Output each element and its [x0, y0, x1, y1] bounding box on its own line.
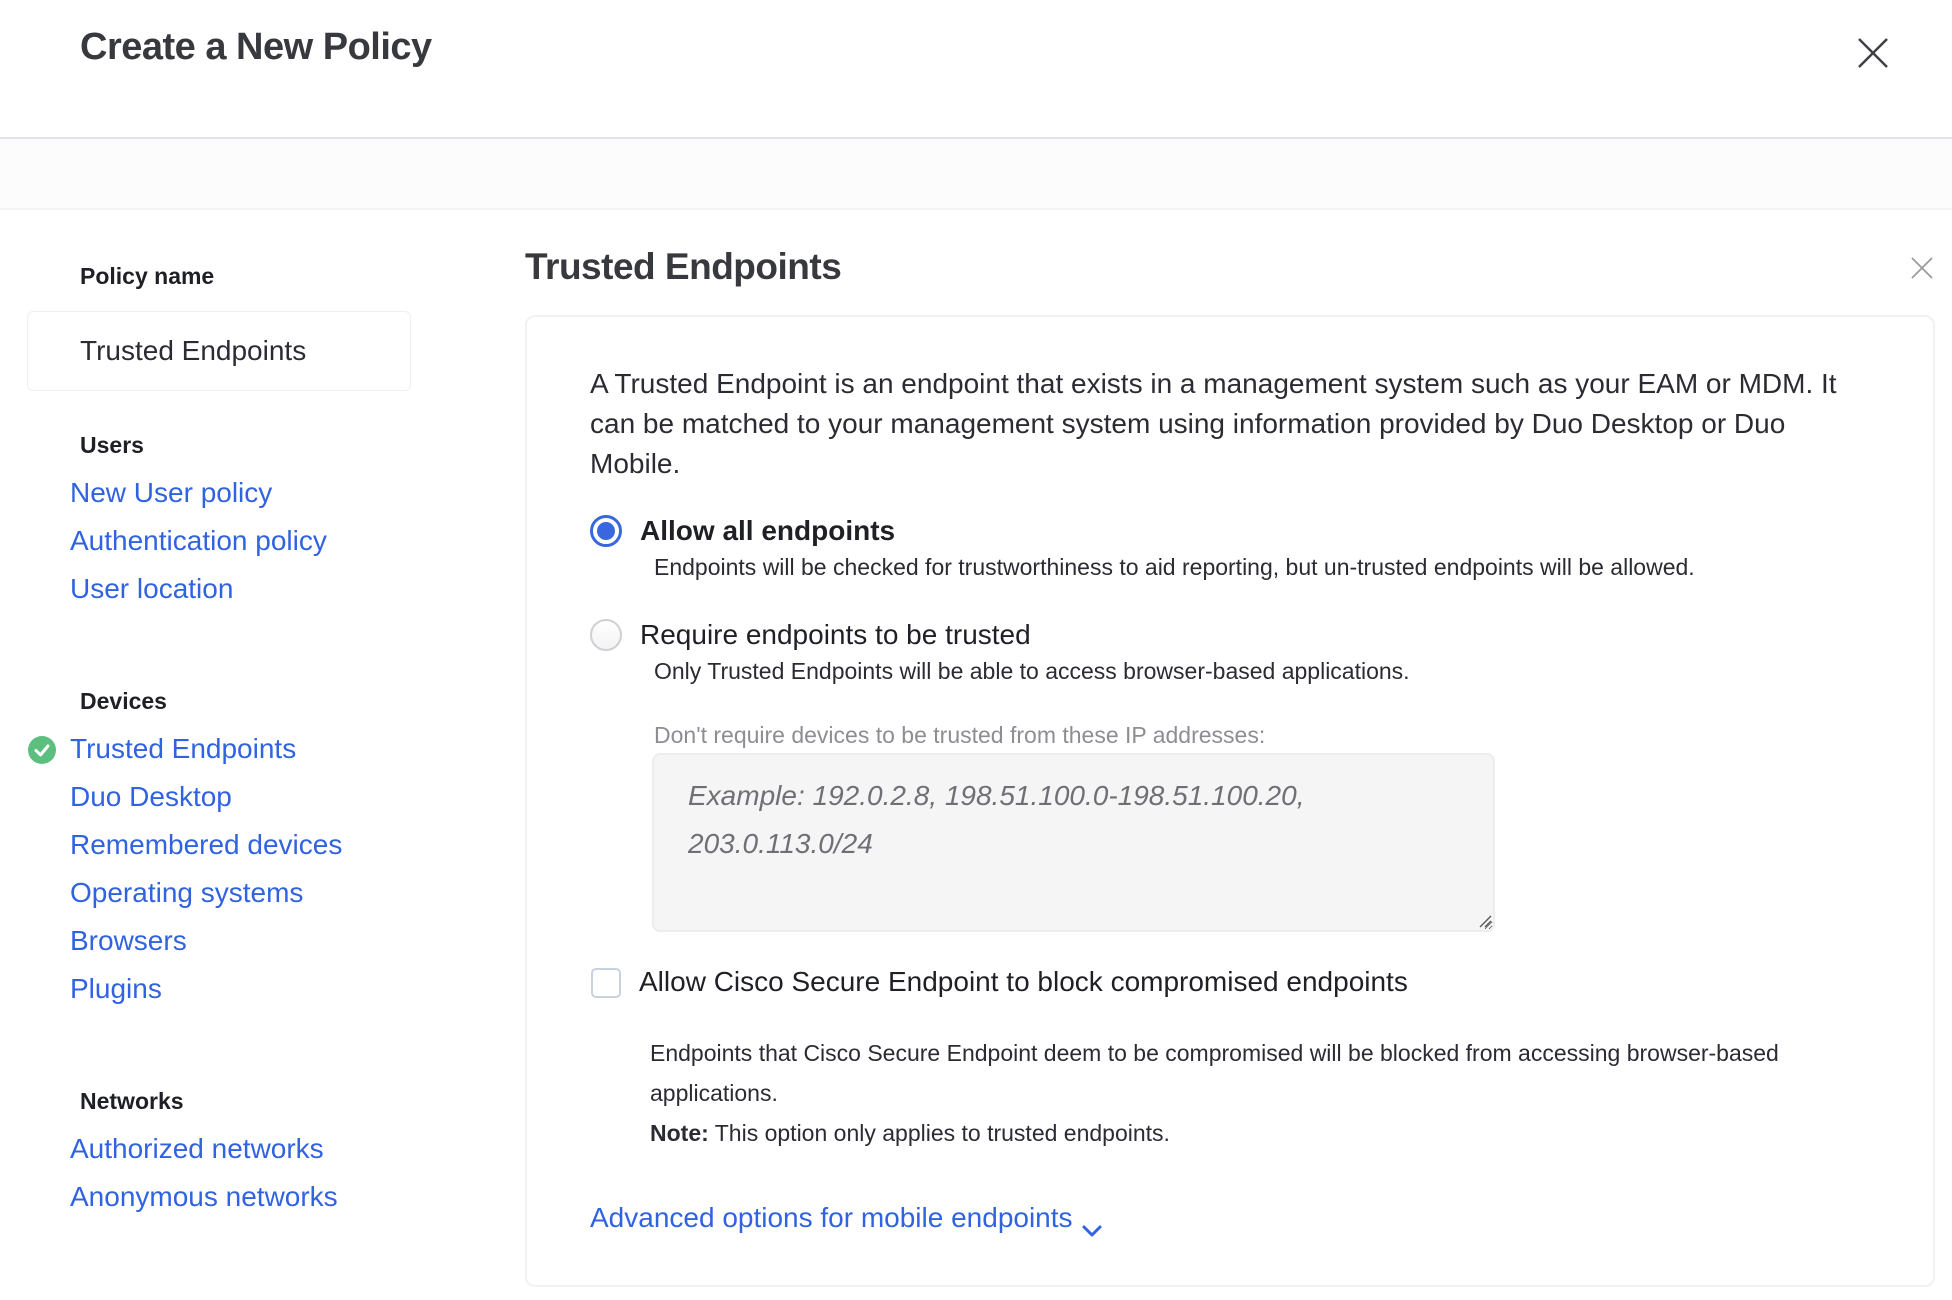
header-band: [0, 139, 1952, 210]
sidebar-item-trusted-endpoints[interactable]: Trusted Endpoints: [70, 733, 296, 765]
sidebar-item-authentication-policy[interactable]: Authentication policy: [70, 525, 327, 557]
section-description: A Trusted Endpoint is an endpoint that e…: [590, 368, 1837, 479]
page-title: Create a New Policy: [80, 26, 432, 68]
resize-handle-icon[interactable]: [1478, 914, 1492, 928]
sidebar-item-operating-systems[interactable]: Operating systems: [70, 877, 303, 909]
policy-name-label: Policy name: [80, 263, 215, 289]
cisco-secure-endpoint-label[interactable]: Allow Cisco Secure Endpoint to block com…: [639, 966, 1408, 998]
note-text: This option only applies to trusted endp…: [708, 1120, 1170, 1146]
sidebar-item-authorized-networks[interactable]: Authorized networks: [70, 1133, 324, 1165]
close-icon[interactable]: [1856, 36, 1890, 70]
sidebar-heading-networks: Networks: [80, 1088, 184, 1114]
note-label: Note:: [650, 1120, 709, 1146]
cisco-secure-endpoint-description: Endpoints that Cisco Secure Endpoint dee…: [650, 1040, 1779, 1106]
section-title: Trusted Endpoints: [525, 246, 842, 287]
sidebar-item-plugins[interactable]: Plugins: [70, 973, 162, 1005]
advanced-options-label[interactable]: Advanced options for mobile endpoints: [590, 1202, 1073, 1233]
sidebar-item-anonymous-networks[interactable]: Anonymous networks: [70, 1181, 338, 1213]
advanced-options-toggle[interactable]: Advanced options for mobile endpoints: [590, 1202, 1103, 1237]
sidebar-item-new-user-policy[interactable]: New User policy: [70, 477, 272, 509]
require-trusted-radio[interactable]: [590, 619, 622, 651]
cisco-secure-endpoint-checkbox[interactable]: [591, 968, 621, 998]
require-trusted-label[interactable]: Require endpoints to be trusted: [640, 619, 1031, 651]
sidebar-item-browsers[interactable]: Browsers: [70, 925, 187, 957]
require-trusted-sublabel: Only Trusted Endpoints will be able to a…: [654, 658, 1410, 684]
policy-name-input[interactable]: [27, 311, 411, 391]
sidebar-heading-devices: Devices: [80, 688, 167, 714]
cisco-secure-endpoint-note: Note: This option only applies to truste…: [650, 1113, 1170, 1153]
modal-header: [0, 0, 1952, 139]
ip-exemption-textarea[interactable]: [652, 753, 1495, 932]
close-icon[interactable]: [1910, 256, 1934, 280]
configured-check-icon: [28, 736, 56, 764]
chevron-down-icon[interactable]: [1081, 1213, 1103, 1237]
sidebar-item-remembered-devices[interactable]: Remembered devices: [70, 829, 342, 861]
ip-exemption-label: Don't require devices to be trusted from…: [654, 722, 1266, 748]
sidebar-item-duo-desktop[interactable]: Duo Desktop: [70, 781, 232, 813]
sidebar-heading-users: Users: [80, 432, 144, 458]
allow-all-endpoints-radio[interactable]: [590, 515, 622, 547]
allow-all-endpoints-sublabel: Endpoints will be checked for trustworth…: [654, 554, 1695, 580]
sidebar-item-user-location[interactable]: User location: [70, 573, 233, 605]
allow-all-endpoints-label[interactable]: Allow all endpoints: [640, 515, 895, 547]
